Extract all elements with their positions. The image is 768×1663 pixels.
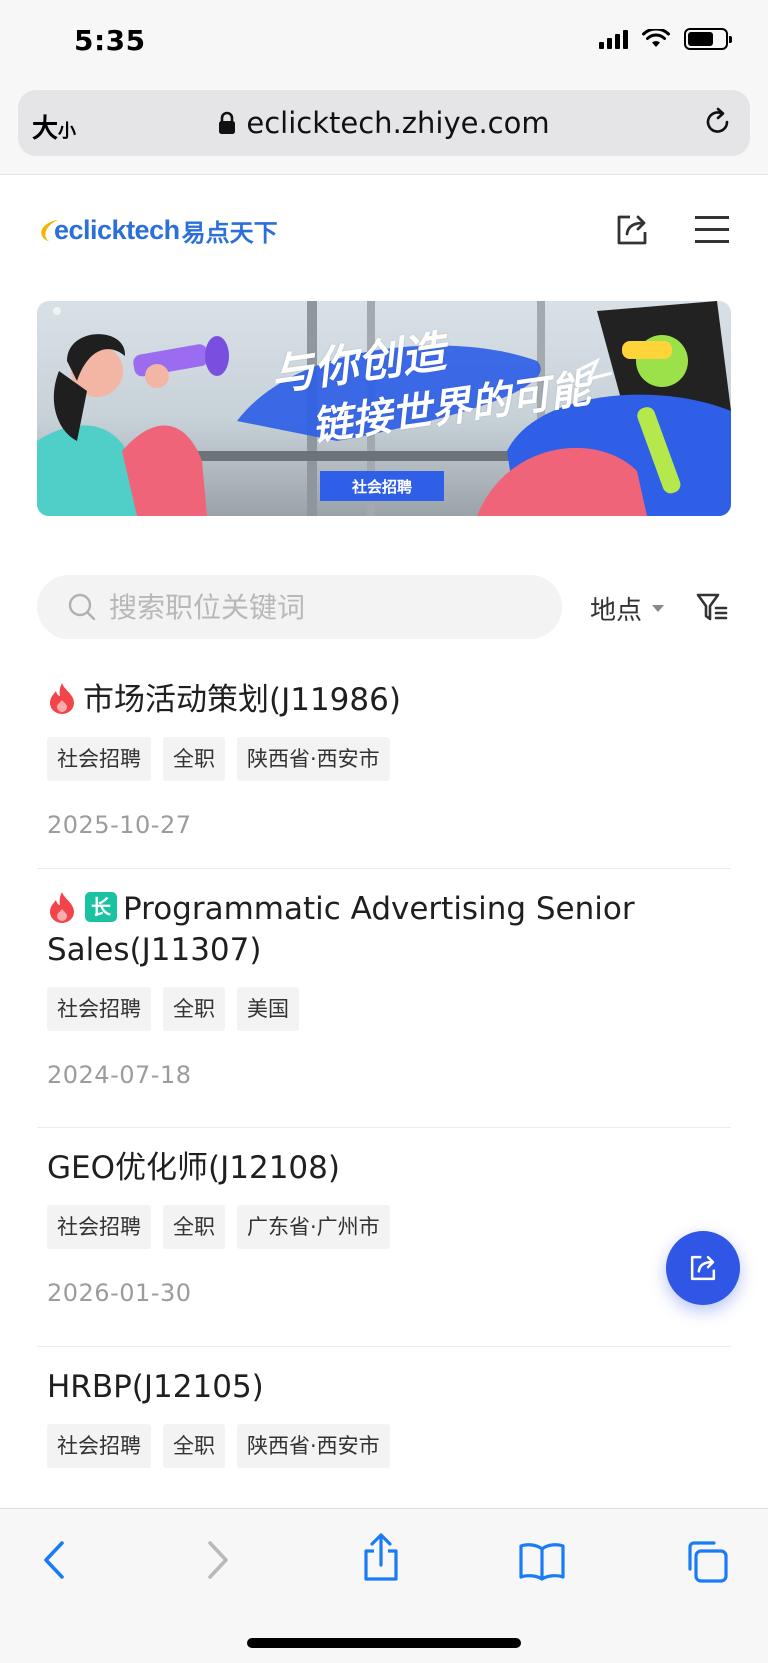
site-header: eclicktech 易点天下 [0, 176, 768, 286]
job-tag: 社会招聘 [47, 987, 151, 1031]
job-list: 市场活动策划(J11986) 社会招聘 全职 陕西省·西安市 2025-10-2… [37, 660, 731, 1488]
banner-tag: 社会招聘 [320, 471, 444, 501]
page: 5:35 大小 eclicktech.zhiye.com eclicktech … [0, 0, 768, 1663]
wifi-icon [642, 29, 670, 47]
home-indicator [247, 1638, 521, 1648]
reload-icon[interactable] [702, 106, 734, 138]
job-tag: 全职 [163, 1205, 225, 1249]
job-tag: 陕西省·西安市 [237, 1424, 390, 1468]
text-size-large: 大 [32, 114, 59, 144]
long-term-badge: 长 [85, 892, 117, 922]
job-date: 2025-10-27 [47, 811, 192, 839]
browser-top-chrome: 5:35 大小 eclicktech.zhiye.com [0, 0, 768, 175]
menu-icon[interactable] [694, 214, 730, 246]
bookmarks-icon[interactable] [518, 1541, 566, 1581]
job-badges: 长 [47, 891, 117, 923]
job-title: HRBP(J12105) [47, 1369, 264, 1405]
job-item[interactable]: 市场活动策划(J11986) 社会招聘 全职 陕西省·西安市 2025-10-2… [37, 660, 731, 869]
share-icon [690, 1255, 716, 1281]
share-icon[interactable] [362, 1533, 400, 1583]
text-size-button[interactable]: 大小 [32, 108, 76, 145]
logo-text: eclicktech [54, 214, 180, 245]
job-tag: 全职 [163, 1424, 225, 1468]
job-item[interactable]: HRBP(J12105) 社会招聘 全职 陕西省·西安市 [37, 1347, 731, 1488]
url-display[interactable]: eclicktech.zhiye.com [18, 106, 750, 140]
search-icon [68, 593, 96, 621]
search-input[interactable] [109, 590, 509, 624]
share-icon[interactable] [614, 212, 650, 248]
job-title-row[interactable]: 长 Programmatic Advertising Senior Sales(… [47, 889, 721, 971]
tabs-icon[interactable] [684, 1539, 728, 1583]
job-tags: 社会招聘 全职 美国 [47, 987, 721, 1031]
job-date: 2026-01-30 [47, 1279, 192, 1307]
location-dropdown[interactable]: 地点 [590, 590, 665, 627]
job-title-row[interactable]: 市场活动策划(J11986) [47, 680, 721, 721]
status-time: 5:35 [74, 24, 146, 57]
lock-icon [219, 111, 236, 134]
back-icon[interactable] [40, 1539, 68, 1581]
job-item[interactable]: GEO优化师(J12108) 社会招聘 全职 广东省·广州市 2026-01-3… [37, 1128, 731, 1347]
logo-chinese-text: 易点天下 [181, 218, 278, 247]
url-text: eclicktech.zhiye.com [246, 106, 550, 140]
job-title: GEO优化师(J12108) [47, 1150, 340, 1186]
address-bar[interactable]: 大小 eclicktech.zhiye.com [18, 90, 750, 156]
cellular-signal-icon [599, 29, 628, 49]
recruitment-banner[interactable]: 与你创造 链接世界的可能 社会招聘 [37, 301, 731, 516]
search-box[interactable] [37, 575, 562, 639]
floating-share-button[interactable] [666, 1231, 740, 1305]
job-tag: 美国 [237, 987, 299, 1031]
job-tags: 社会招聘 全职 广东省·广州市 [47, 1205, 721, 1249]
fire-icon [50, 683, 74, 714]
job-tag: 全职 [163, 737, 225, 781]
caret-down-icon [652, 605, 665, 612]
job-tag: 社会招聘 [47, 737, 151, 781]
job-tags: 社会招聘 全职 陕西省·西安市 [47, 737, 721, 781]
filter-icon[interactable] [696, 592, 728, 622]
text-size-small: 小 [58, 121, 77, 142]
job-tag: 陕西省·西安市 [237, 737, 390, 781]
fire-icon [50, 892, 74, 923]
job-tag: 社会招聘 [47, 1424, 151, 1468]
battery-fill [688, 32, 714, 46]
job-title: Programmatic Advertising Senior Sales(J1… [47, 891, 635, 968]
job-item[interactable]: 长 Programmatic Advertising Senior Sales(… [37, 869, 731, 1128]
site-logo[interactable]: eclicktech 易点天下 [36, 212, 278, 248]
job-date: 2024-07-18 [47, 1061, 192, 1089]
job-title: 市场活动策划(J11986) [83, 682, 401, 718]
job-tags: 社会招聘 全职 陕西省·西安市 [47, 1424, 721, 1468]
job-badges [47, 682, 77, 714]
battery-icon [684, 28, 732, 50]
job-tag: 社会招聘 [47, 1205, 151, 1249]
job-tag: 广东省·广州市 [237, 1205, 390, 1249]
forward-icon[interactable] [204, 1539, 232, 1581]
job-tag: 全职 [163, 987, 225, 1031]
location-label: 地点 [590, 596, 643, 626]
status-icons [599, 28, 732, 50]
